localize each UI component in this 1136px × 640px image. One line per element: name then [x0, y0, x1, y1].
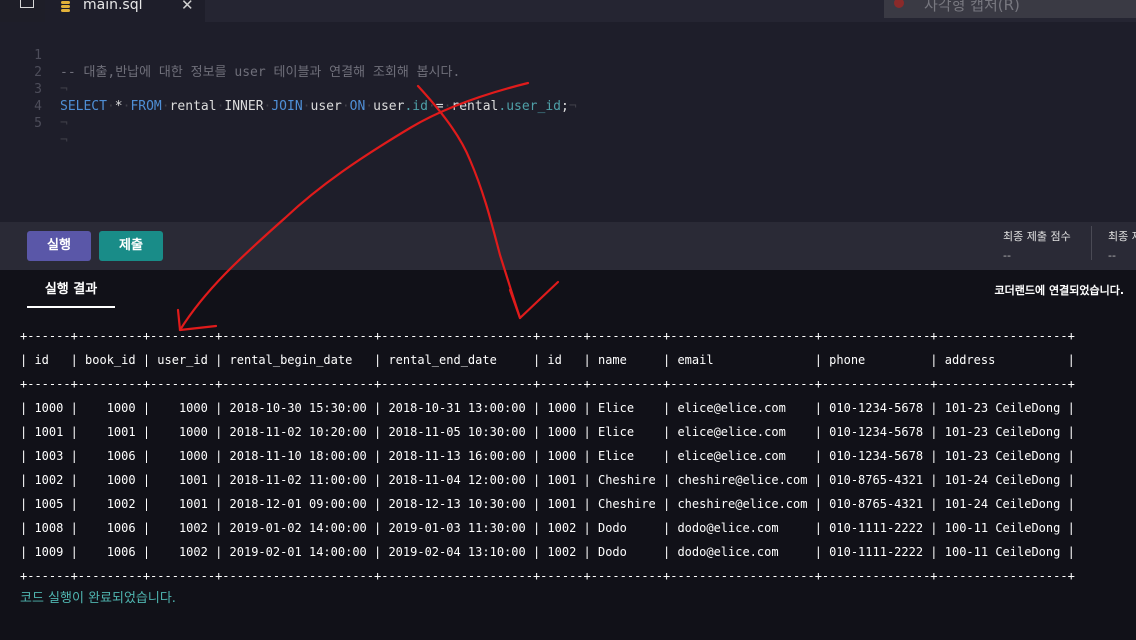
close-icon[interactable]: ✕ — [181, 0, 194, 14]
database-icon — [61, 1, 70, 13]
final-score-value: -- — [1003, 249, 1011, 262]
code-line: 3 SELECT·*·FROM·rental·INNER·JOIN·user·O… — [0, 64, 1136, 114]
score-divider — [1091, 226, 1092, 260]
editor-tab-bar: main.sql ✕ 사각형 캡처(R) — [0, 0, 1136, 22]
second-score-value: -- — [1108, 249, 1116, 262]
code-line: 5 ¬ — [0, 98, 1136, 148]
second-score-label: 최종 제 — [1108, 230, 1136, 243]
table-border: +------+---------+---------+------------… — [20, 569, 1075, 583]
eol-marker: ¬ — [60, 133, 68, 148]
table-row: | 1008 | 1006 | 1002 | 2019-01-02 14:00:… — [20, 521, 1075, 535]
record-dot-icon — [894, 0, 904, 8]
code-editor[interactable]: 1 -- 대출,반납에 대한 정보를 user 테이블과 연결해 조회해 봅시다… — [0, 22, 1136, 222]
table-row: | 1000 | 1000 | 1000 | 2018-10-30 15:30:… — [20, 401, 1075, 415]
collapsed-panel-tab[interactable] — [0, 0, 45, 22]
eol-marker: ¬ — [60, 116, 68, 131]
tab-execution-result[interactable]: 실행 결과 — [27, 280, 115, 308]
table-border: +------+---------+---------+------------… — [20, 329, 1075, 343]
action-toolbar: 실행 제출 최종 제출 점수 -- 최종 제 -- — [0, 222, 1136, 270]
tooltip-label: 사각형 캡처(R) — [924, 0, 1020, 14]
code-line: 2 ¬ — [0, 47, 1136, 97]
screen-capture-tooltip: 사각형 캡처(R) — [884, 0, 1136, 18]
code-line: 4 ¬ — [0, 81, 1136, 131]
table-row: | 1005 | 1002 | 1001 | 2018-12-01 09:00:… — [20, 497, 1075, 511]
square-icon — [20, 0, 34, 8]
final-score-label: 최종 제출 점수 — [1003, 230, 1071, 243]
table-row: | 1001 | 1001 | 1000 | 2018-11-02 10:20:… — [20, 425, 1075, 439]
file-tab-main-sql[interactable]: main.sql ✕ — [45, 0, 205, 22]
code-line: 1 -- 대출,반납에 대한 정보를 user 테이블과 연결해 조회해 봅시다… — [0, 30, 1136, 80]
connection-status: 코더랜드에 연결되었습니다. — [994, 284, 1124, 297]
result-panel: 실행 결과 코더랜드에 연결되었습니다. +------+---------+-… — [0, 270, 1136, 640]
result-table: +------+---------+---------+------------… — [20, 324, 1075, 588]
file-tab-label: main.sql — [83, 0, 143, 13]
table-row: | 1003 | 1006 | 1000 | 2018-11-10 18:00:… — [20, 449, 1075, 463]
submit-button[interactable]: 제출 — [99, 231, 163, 261]
line-number: 5 — [34, 116, 42, 131]
table-header: | id | book_id | user_id | rental_begin_… — [20, 353, 1075, 367]
run-button[interactable]: 실행 — [27, 231, 91, 261]
execution-complete-message: 코드 실행이 완료되었습니다. — [20, 591, 176, 606]
table-border: +------+---------+---------+------------… — [20, 377, 1075, 391]
table-row: | 1002 | 1000 | 1001 | 2018-11-02 11:00:… — [20, 473, 1075, 487]
table-row: | 1009 | 1006 | 1002 | 2019-02-01 14:00:… — [20, 545, 1075, 559]
